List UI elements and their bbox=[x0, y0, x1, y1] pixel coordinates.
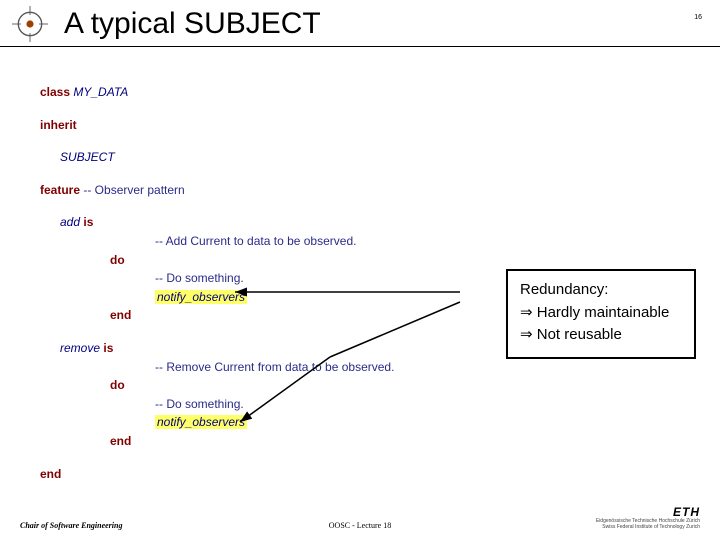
slide-content: class MY_DATA inherit SUBJECT feature --… bbox=[0, 47, 720, 493]
keyword-is: is bbox=[103, 341, 113, 355]
class-name: MY_DATA bbox=[73, 85, 128, 99]
parent-class: SUBJECT bbox=[60, 150, 115, 164]
eth-sub-2: Swiss Federal Institute of Technology Zu… bbox=[596, 525, 700, 531]
arrow-icon: ⇒ bbox=[520, 326, 533, 343]
callout-title-line: Redundancy: bbox=[520, 279, 682, 302]
slide-title: A typical SUBJECT bbox=[64, 7, 321, 41]
footer-right: ETH Eidgenössische Technische Hochschule… bbox=[596, 505, 700, 530]
code-end-2: end bbox=[110, 432, 680, 451]
callout-line-1: ⇒ Hardly maintainable bbox=[520, 302, 682, 325]
code-line-parent: SUBJECT bbox=[60, 148, 680, 167]
code-do-2: do bbox=[110, 376, 680, 395]
feature-remove: remove bbox=[60, 341, 100, 355]
code-line-inherit: inherit bbox=[40, 116, 680, 135]
bullet-icon bbox=[12, 6, 48, 42]
code-final-end: end bbox=[40, 465, 680, 484]
callout-line-2: ⇒ Not reusable bbox=[520, 324, 682, 347]
code-do-1: do bbox=[110, 251, 680, 270]
slide-number: 16 bbox=[694, 14, 702, 21]
code-line-class: class MY_DATA bbox=[40, 83, 680, 102]
code-line-feature: feature -- Observer pattern bbox=[40, 181, 680, 200]
keyword-feature: feature bbox=[40, 183, 80, 197]
arrow-icon: ⇒ bbox=[520, 304, 533, 321]
code-notify-2: notify_observers bbox=[155, 413, 680, 432]
footer-left: Chair of Software Engineering bbox=[20, 521, 122, 530]
code-line-add: add is bbox=[60, 213, 680, 232]
keyword-inherit: inherit bbox=[40, 118, 77, 132]
feature-comment: -- Observer pattern bbox=[83, 183, 184, 197]
code-do-something-2: -- Do something. bbox=[155, 395, 680, 414]
callout-title: Redundancy bbox=[520, 281, 604, 298]
slide-footer: Chair of Software Engineering OOSC - Lec… bbox=[0, 505, 720, 530]
keyword-class: class bbox=[40, 85, 70, 99]
keyword-is: is bbox=[83, 215, 93, 229]
redundancy-callout: Redundancy: ⇒ Hardly maintainable ⇒ Not … bbox=[506, 269, 696, 359]
eth-logo-text: ETH bbox=[596, 505, 700, 519]
feature-add: add bbox=[60, 215, 80, 229]
footer-center: OOSC - Lecture 18 bbox=[329, 521, 391, 530]
code-add-comment: -- Add Current to data to be observed. bbox=[155, 232, 680, 251]
code-remove-comment: -- Remove Current from data to be observ… bbox=[155, 358, 680, 377]
slide-header: A typical SUBJECT 16 bbox=[0, 0, 720, 47]
